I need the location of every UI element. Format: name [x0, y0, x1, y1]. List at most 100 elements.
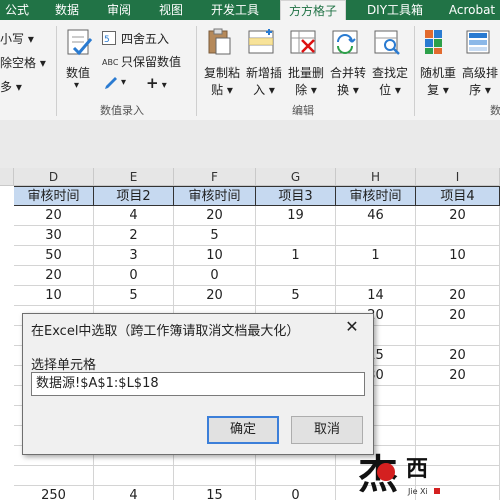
- ribbon-separator: [56, 26, 57, 116]
- random-repeat-icon: [424, 28, 452, 59]
- column-header-h[interactable]: H: [336, 168, 416, 186]
- cancel-button[interactable]: 取消: [291, 416, 363, 444]
- table-cell[interactable]: 20: [416, 286, 500, 306]
- table-cell[interactable]: [256, 266, 336, 286]
- column-header-g[interactable]: G: [256, 168, 336, 186]
- table-cell[interactable]: 20: [174, 286, 256, 306]
- table-cell[interactable]: [256, 226, 336, 246]
- header-cell[interactable]: 审核时间: [336, 186, 416, 206]
- plus-button[interactable]: + ▾: [146, 74, 167, 92]
- column-header-d[interactable]: D: [14, 168, 94, 186]
- table-cell[interactable]: [336, 266, 416, 286]
- keep-values-only-button[interactable]: 只保留数值: [121, 53, 181, 70]
- batch-delete-button[interactable]: 批量删除 ▾: [286, 64, 326, 98]
- table-cell[interactable]: 4: [94, 206, 174, 226]
- round-button[interactable]: 四舍五入: [121, 30, 169, 47]
- advanced-sort-button[interactable]: 高级排序 ▾: [460, 64, 500, 98]
- table-cell[interactable]: [416, 266, 500, 286]
- table-cell[interactable]: [416, 406, 500, 426]
- table-cell[interactable]: 20: [14, 266, 94, 286]
- table-cell[interactable]: 2: [94, 226, 174, 246]
- table-cell[interactable]: 250: [14, 486, 94, 500]
- table-cell[interactable]: 5: [256, 286, 336, 306]
- tab-view[interactable]: 视图: [152, 0, 190, 20]
- table-cell[interactable]: 1: [256, 246, 336, 266]
- table-cell[interactable]: 20: [416, 366, 500, 386]
- table-cell[interactable]: [14, 466, 94, 486]
- table-cell[interactable]: 19: [256, 206, 336, 226]
- select-range-dialog: 在Excel中选取（跨工作簿请取消文档最大化） ✕ 选择单元格 数据源!$A$1…: [22, 313, 374, 455]
- copy-paste-icon: [206, 28, 232, 59]
- edit-dropdown[interactable]: ▾: [121, 77, 126, 88]
- table-cell[interactable]: [336, 226, 416, 246]
- table-cell[interactable]: 0: [256, 486, 336, 500]
- header-cell[interactable]: 审核时间: [14, 186, 94, 206]
- table-cell[interactable]: 46: [336, 206, 416, 226]
- table-cell[interactable]: 20: [416, 206, 500, 226]
- tab-fangfang-gezi[interactable]: 方方格子: [280, 0, 346, 20]
- remove-spaces-button[interactable]: 除空格 ▾: [0, 54, 46, 71]
- header-cell[interactable]: 项目3: [256, 186, 336, 206]
- tab-diy-toolbox[interactable]: DIY工具箱: [360, 0, 430, 20]
- ribbon-separator: [414, 26, 415, 116]
- edit-icon: [104, 77, 120, 94]
- merge-convert-button[interactable]: 合并转换 ▾: [328, 64, 368, 98]
- table-cell[interactable]: 50: [14, 246, 94, 266]
- table-cell[interactable]: 10: [174, 246, 256, 266]
- table-cell[interactable]: 20: [14, 206, 94, 226]
- more-button[interactable]: 多 ▾: [0, 78, 22, 95]
- table-cell[interactable]: [256, 466, 336, 486]
- table-cell[interactable]: 0: [94, 266, 174, 286]
- column-header-e[interactable]: E: [94, 168, 174, 186]
- tab-acrobat[interactable]: Acrobat: [444, 0, 500, 20]
- tab-developer[interactable]: 开发工具: [204, 0, 266, 20]
- column-header-f[interactable]: F: [174, 168, 256, 186]
- chevron-down-icon[interactable]: ▾: [74, 80, 79, 91]
- table-cell[interactable]: 30: [14, 226, 94, 246]
- watermark-char-xi: 西: [406, 456, 428, 482]
- table-cell[interactable]: 3: [94, 246, 174, 266]
- close-icon[interactable]: ✕: [339, 316, 365, 338]
- table-cell[interactable]: 5: [94, 286, 174, 306]
- number-value-button[interactable]: 数值: [66, 64, 90, 81]
- column-header-i[interactable]: I: [416, 168, 500, 186]
- tab-data[interactable]: 数据: [48, 0, 86, 20]
- table-cell[interactable]: 10: [416, 246, 500, 266]
- ribbon-tab-bar: 公式 数据 审阅 视图 开发工具 方方格子 DIY工具箱 Acrobat: [0, 0, 500, 20]
- lowercase-button[interactable]: 小写 ▾: [0, 30, 34, 47]
- random-repeat-button[interactable]: 随机重复 ▾: [418, 64, 458, 98]
- find-locate-button[interactable]: 查找定位 ▾: [370, 64, 410, 98]
- ok-button[interactable]: 确定: [207, 416, 279, 444]
- tab-review[interactable]: 审阅: [100, 0, 138, 20]
- header-cell[interactable]: 项目2: [94, 186, 174, 206]
- table-cell[interactable]: 10: [14, 286, 94, 306]
- number-format-icon: [66, 28, 94, 61]
- group-label-data: 数: [490, 104, 500, 117]
- table-cell[interactable]: [416, 326, 500, 346]
- table-cell[interactable]: 20: [416, 346, 500, 366]
- table-cell[interactable]: [416, 386, 500, 406]
- header-cell[interactable]: 项目4: [416, 186, 500, 206]
- insert-new-icon: [248, 28, 276, 59]
- table-cell[interactable]: 4: [94, 486, 174, 500]
- column-header-spacer: [0, 168, 14, 186]
- table-cell[interactable]: 0: [174, 266, 256, 286]
- insert-new-button[interactable]: 新增插入 ▾: [244, 64, 284, 98]
- table-cell[interactable]: [416, 226, 500, 246]
- table-cell[interactable]: 14: [336, 286, 416, 306]
- round-icon: 5: [102, 31, 116, 48]
- header-cell[interactable]: 审核时间: [174, 186, 256, 206]
- table-cell[interactable]: 15: [174, 486, 256, 500]
- table-cell[interactable]: 20: [416, 306, 500, 326]
- range-input[interactable]: 数据源!$A$1:$L$18: [31, 372, 365, 396]
- table-cell[interactable]: 5: [174, 226, 256, 246]
- tab-formulas[interactable]: 公式: [0, 0, 34, 20]
- abc-icon: ABC: [102, 54, 119, 71]
- advanced-sort-icon: [466, 28, 494, 59]
- table-cell[interactable]: [174, 466, 256, 486]
- table-cell[interactable]: [416, 426, 500, 446]
- table-cell[interactable]: 20: [174, 206, 256, 226]
- table-cell[interactable]: [94, 466, 174, 486]
- table-cell[interactable]: 1: [336, 246, 416, 266]
- copy-paste-button[interactable]: 复制粘贴 ▾: [202, 64, 242, 98]
